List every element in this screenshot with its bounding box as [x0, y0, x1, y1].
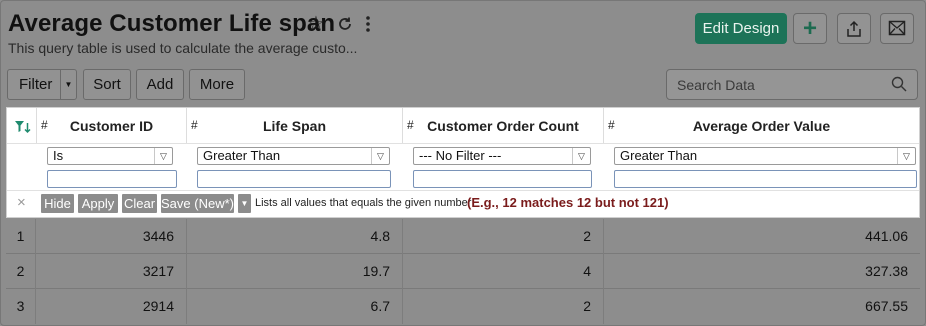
filter-operator-value: Greater Than — [203, 148, 281, 163]
email-icon — [888, 20, 906, 36]
cell-order-count[interactable]: 2 — [403, 289, 604, 324]
filter-button[interactable]: Filter ▼ — [7, 69, 77, 100]
filter-operator-life-span[interactable]: Greater Than ▽ — [197, 147, 390, 165]
share-icon — [847, 20, 861, 37]
email-button[interactable] — [880, 13, 914, 44]
add-row-button[interactable]: Add — [136, 69, 184, 100]
filter-sort-icon — [15, 121, 31, 134]
filter-panel: # Customer ID # Life Span # Customer Ord… — [6, 107, 920, 218]
cell-life-span[interactable]: 6.7 — [187, 289, 403, 324]
close-filter-icon[interactable]: × — [17, 194, 26, 211]
search-input[interactable]: Search Data — [666, 69, 918, 100]
filter-hint-example: (E.g., 12 matches 12 but not 121) — [467, 195, 669, 210]
chevron-down-icon: ▽ — [154, 148, 172, 164]
cell-life-span[interactable]: 4.8 — [187, 219, 403, 254]
hide-button[interactable]: Hide — [41, 194, 74, 213]
column-header-customer-id[interactable]: # Customer ID — [37, 108, 187, 143]
filter-operator-value: Greater Than — [620, 148, 698, 163]
cell-avg-order-value[interactable]: 667.55 — [604, 289, 920, 324]
filter-value-life-span[interactable] — [197, 170, 391, 188]
plus-icon: + — [802, 15, 817, 42]
apply-button[interactable]: Apply — [78, 194, 118, 213]
column-header-life-span[interactable]: # Life Span — [187, 108, 403, 143]
column-label: Average Order Value — [692, 118, 831, 134]
save-button[interactable]: Save (New*) — [161, 194, 234, 213]
chevron-down-icon: ▽ — [371, 148, 389, 164]
page-subtitle: This query table is used to calculate th… — [8, 40, 358, 56]
column-label: Customer ID — [69, 118, 154, 134]
edit-design-button[interactable]: Edit Design — [695, 13, 787, 44]
cell-order-count[interactable]: 4 — [403, 254, 604, 289]
column-label: Life Span — [262, 118, 326, 134]
cell-customer-id[interactable]: 2914 — [36, 289, 187, 324]
filter-value-average-order-value[interactable] — [614, 170, 917, 188]
search-placeholder: Search Data — [677, 77, 755, 93]
add-button[interactable]: + — [793, 13, 827, 44]
table-row[interactable]: 1 3446 4.8 2 441.06 — [6, 219, 920, 254]
save-dropdown-toggle[interactable]: ▼ — [238, 194, 251, 213]
page-title: Average Customer Life span — [8, 10, 336, 37]
filter-operator-customer-order-count[interactable]: --- No Filter --- ▽ — [413, 147, 591, 165]
clear-button[interactable]: Clear — [122, 194, 157, 213]
cell-life-span[interactable]: 19.7 — [187, 254, 403, 289]
filter-operator-customer-id[interactable]: Is ▽ — [47, 147, 173, 165]
star-icon[interactable]: ☆ — [307, 12, 325, 36]
row-index: 3 — [6, 289, 36, 324]
filter-sort-cell[interactable] — [7, 108, 37, 143]
column-header-average-order-value[interactable]: # Average Order Value — [604, 108, 919, 143]
filter-value-customer-order-count[interactable] — [413, 170, 592, 188]
table-row[interactable]: 2 3217 19.7 4 327.38 — [6, 254, 920, 289]
refresh-icon[interactable] — [336, 12, 354, 39]
table-row[interactable]: 3 2914 6.7 2 667.55 — [6, 289, 920, 324]
filter-button-label: Filter — [19, 76, 53, 93]
more-button[interactable]: More — [189, 69, 245, 100]
column-header-customer-order-count[interactable]: # Customer Order Count — [403, 108, 604, 143]
divider — [7, 143, 919, 144]
chevron-down-icon: ▼ — [240, 199, 249, 208]
chevron-down-icon: ▽ — [572, 148, 590, 164]
row-index: 1 — [6, 219, 36, 254]
row-index: 2 — [6, 254, 36, 289]
filter-hint-text: Lists all values that equals the given n… — [255, 197, 472, 209]
cell-order-count[interactable]: 2 — [403, 219, 604, 254]
filter-dropdown-toggle[interactable]: ▼ — [60, 70, 76, 99]
cell-customer-id[interactable]: 3446 — [36, 219, 187, 254]
sort-button[interactable]: Sort — [83, 69, 131, 100]
divider — [7, 190, 919, 191]
filter-operator-value: Is — [53, 148, 64, 163]
chevron-down-icon: ▽ — [897, 148, 915, 164]
filter-operator-value: --- No Filter --- — [419, 148, 502, 163]
cell-avg-order-value[interactable]: 327.38 — [604, 254, 920, 289]
search-icon — [891, 76, 907, 92]
cell-avg-order-value[interactable]: 441.06 — [604, 219, 920, 254]
filter-value-customer-id[interactable] — [47, 170, 177, 188]
more-vertical-icon[interactable] — [364, 12, 372, 39]
share-button[interactable] — [837, 13, 871, 44]
cell-customer-id[interactable]: 3217 — [36, 254, 187, 289]
filter-operator-average-order-value[interactable]: Greater Than ▽ — [614, 147, 916, 165]
column-label: Customer Order Count — [427, 118, 579, 134]
